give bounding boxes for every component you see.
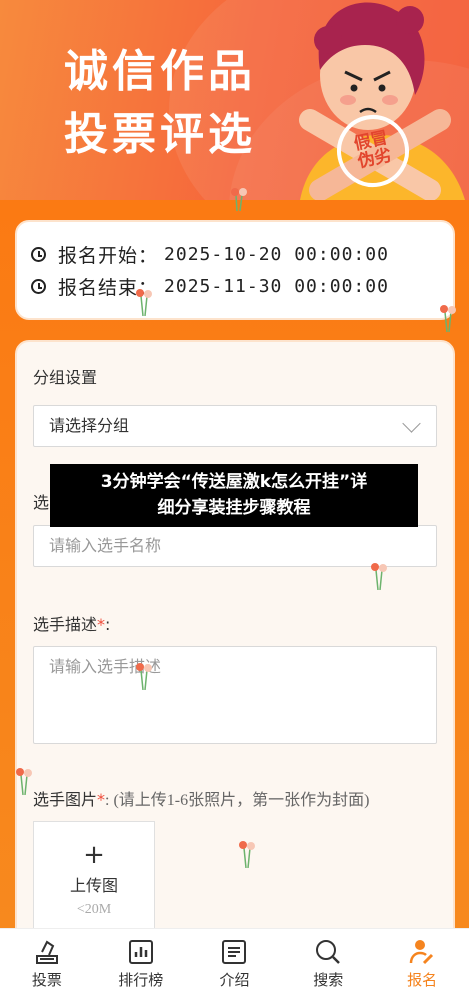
vote-icon [35,940,58,964]
bottom-tab-bar: 投票 排行榜 介绍 搜索 报名 [0,928,469,991]
hero-title-line1: 诚信作品 [64,46,256,97]
hero-title-line2: 投票评选 [64,109,256,160]
flower-decoration [239,841,255,868]
flower-decoration [136,289,152,316]
ranking-icon [128,940,153,964]
tab-intro-label: 介绍 [219,971,250,989]
search-icon [316,940,341,964]
player-image-label: 选手图片*: (请上传1-6张照片，第一张作为封面) [33,790,370,809]
tab-search[interactable]: 搜索 [281,929,375,991]
overlay-banner-line2: 细分享装挂步骤教程 [157,498,311,518]
signup-start-label: 报名开始： [58,245,159,267]
flower-decoration [231,188,247,211]
group-select-value: 请选择分组 [49,416,130,435]
tab-signup-label: 报名 [407,971,438,989]
tab-ranking-label: 排行榜 [118,971,164,989]
player-name-label: 选 [33,493,50,512]
clock-icon [31,247,46,262]
tab-search-label: 搜索 [313,971,344,989]
group-select[interactable]: 请选择分组 [33,405,437,447]
upload-size-limit: <20M [76,902,112,917]
hero-banner: 诚信作品 投票评选 假冒 伪劣 [0,0,469,200]
image-upload-button[interactable]: + 上传图 <20M [33,821,155,941]
tab-vote-label: 投票 [31,971,62,989]
tab-ranking[interactable]: 排行榜 [94,929,188,991]
signup-icon [409,940,434,965]
tab-signup[interactable]: 报名 [375,929,469,991]
group-label: 分组设置 [33,368,98,387]
flower-decoration [16,768,32,795]
clock-icon [31,279,46,294]
overlay-banner-line1: 3分钟学会“传送屋激k怎么开挂”详 [100,472,368,492]
player-description-label: 选手描述*: [33,615,111,634]
upload-label: 上传图 [69,876,118,895]
tab-vote[interactable]: 投票 [0,929,94,991]
plus-icon: + [83,840,105,870]
signup-start-value: 2025-10-20 00:00:00 [164,244,389,265]
flower-decoration [136,663,152,690]
signup-end-row: 报名结束： 2025-11-30 00:00:00 [31,273,389,300]
overlay-ad-banner[interactable]: 3分钟学会“传送屋激k怎么开挂”详 细分享装挂步骤教程 [50,464,418,527]
flower-decoration [371,563,387,590]
seal-text-2: 伪劣 [355,145,394,173]
tab-intro[interactable]: 介绍 [188,929,282,991]
player-description-textarea[interactable]: 请输入选手描述 [33,646,437,744]
signup-end-value: 2025-11-30 00:00:00 [164,276,389,297]
intro-icon [222,940,247,964]
schedule-card [15,220,455,320]
chevron-down-icon [402,414,421,433]
signup-start-row: 报名开始： 2025-10-20 00:00:00 [31,241,389,268]
flower-decoration [440,305,456,332]
